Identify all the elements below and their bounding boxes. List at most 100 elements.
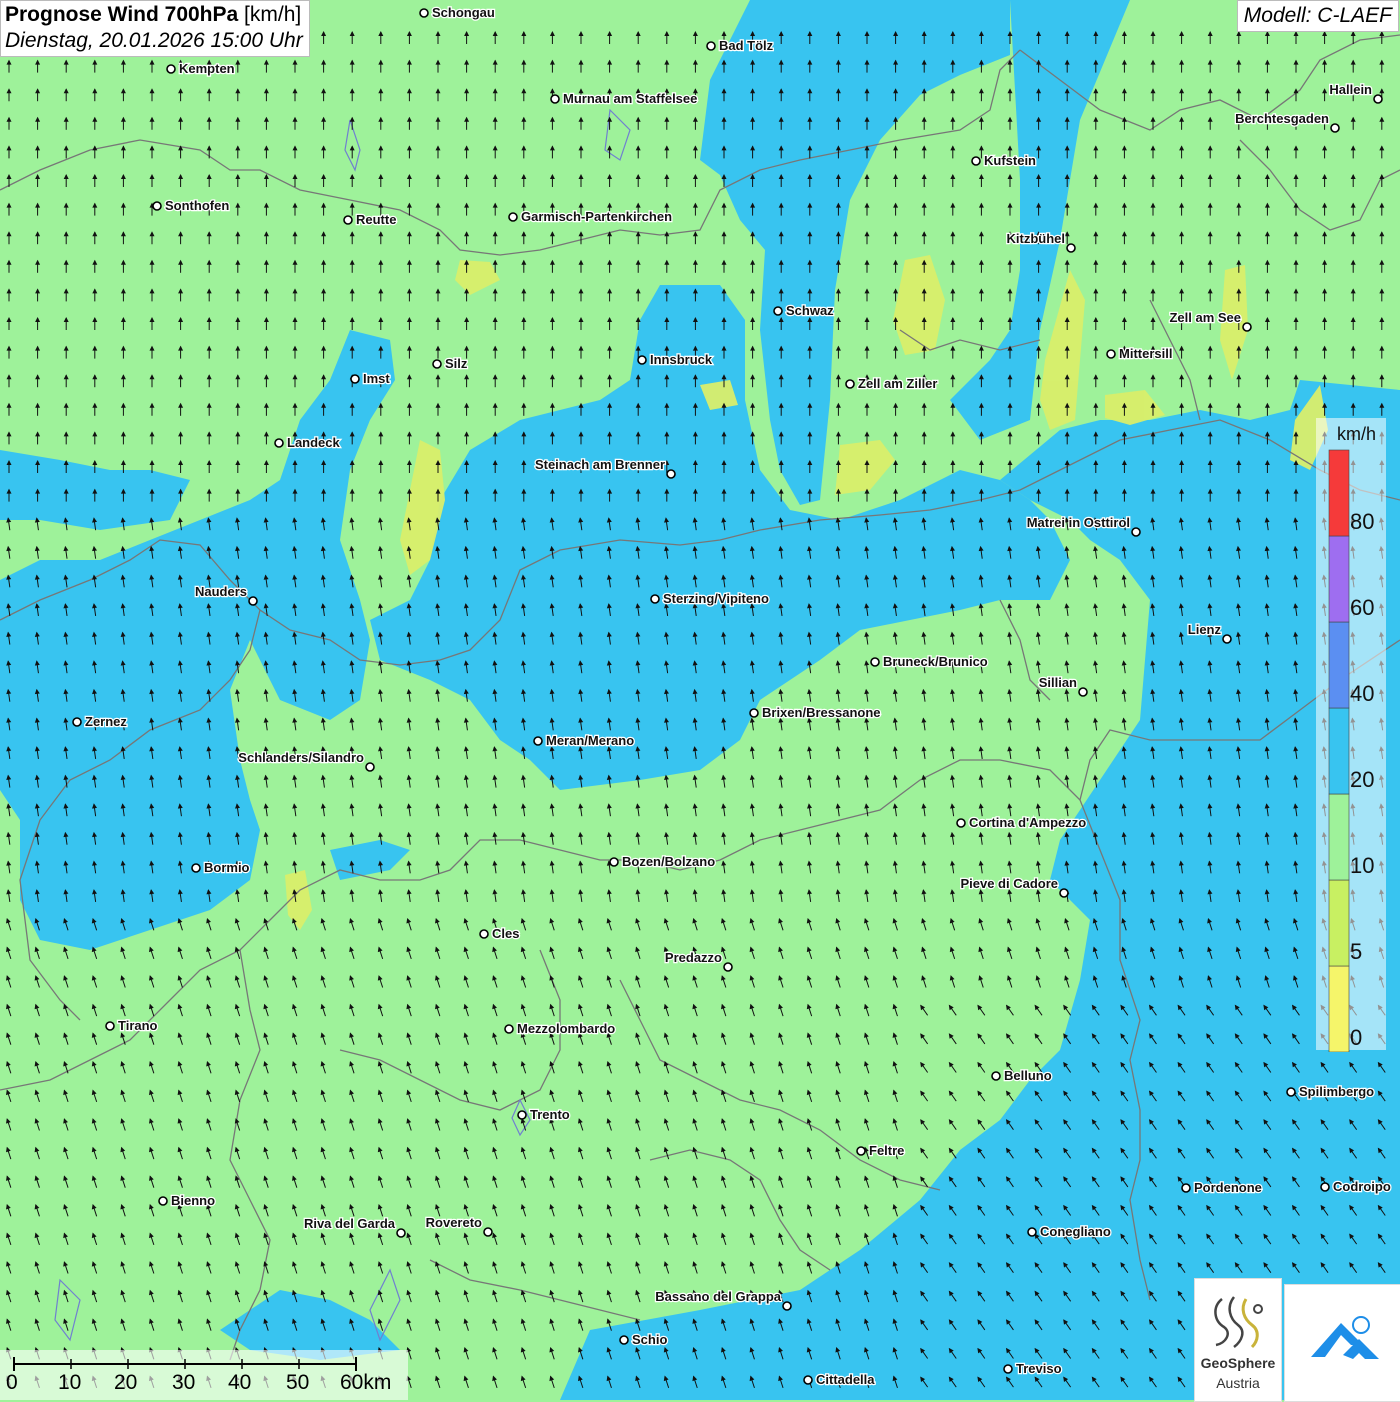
city-label: Pordenone [1194, 1180, 1262, 1195]
city-dot [773, 306, 783, 316]
city-label: Zell am Ziller [858, 376, 937, 391]
city-dot [870, 657, 880, 667]
city-label: Landeck [287, 435, 341, 450]
city-dot [650, 594, 660, 604]
city-dot [619, 1335, 629, 1345]
city-dot [158, 1196, 168, 1206]
city-dot [609, 857, 619, 867]
city-label: Schio [632, 1332, 667, 1347]
city-brixen-bressanone: Brixen/Bressanone [749, 704, 882, 721]
city-label: Zell am See [1169, 310, 1241, 325]
city-dot [419, 8, 429, 18]
geosphere-logo-icon [1214, 1296, 1263, 1349]
city-label: Pieve di Cadore [960, 876, 1058, 891]
city-label: Tirano [118, 1018, 158, 1033]
city-label: Trento [530, 1107, 570, 1122]
city-label: Innsbruck [650, 352, 713, 367]
legend-bin [1328, 449, 1350, 537]
weather-app-logo [1284, 1284, 1400, 1402]
city-cortina-d-ampezzo: Cortina d'Ampezzo [956, 814, 1088, 831]
legend-bin [1328, 879, 1350, 967]
wind-map: Schongau Bad Tölz Kempten Murnau am Staffel… [0, 0, 1400, 1400]
scale-label: 20 [114, 1371, 138, 1394]
city-mezzolombardo: Mezzolombardo [504, 1020, 617, 1037]
city-label: Bormio [204, 860, 250, 875]
legend-colorbar [1328, 449, 1350, 1052]
legend-label: 20 [1350, 767, 1375, 792]
city-label: Rovereto [426, 1215, 482, 1230]
city-label: Riva del Garda [304, 1216, 396, 1231]
city-dot [803, 1375, 813, 1385]
city-dot [191, 863, 201, 873]
city-label: Feltre [869, 1143, 904, 1158]
city-label: Lienz [1188, 622, 1222, 637]
city-label: Zernez [85, 714, 127, 729]
legend-label: 80 [1350, 509, 1375, 534]
city-label: Bassano del Grappa [655, 1289, 781, 1304]
city-dot [1066, 243, 1076, 253]
city-dot [845, 379, 855, 389]
city-label: Garmisch-Partenkirchen [521, 209, 672, 224]
city-label: Matrei in Osttirol [1027, 515, 1130, 530]
city-label: Conegliano [1040, 1224, 1111, 1239]
legend-label: 5 [1350, 939, 1363, 964]
city-dot [1181, 1183, 1191, 1193]
city-dot [508, 212, 518, 222]
city-label: Schwaz [786, 303, 834, 318]
city-label: Sillian [1039, 675, 1077, 690]
city-dot [1106, 349, 1116, 359]
city-dot [533, 736, 543, 746]
legend-bin [1328, 965, 1350, 1052]
city-dot [1330, 123, 1340, 133]
city-label: Berchtesgaden [1235, 111, 1329, 126]
city-label: Bad Tölz [719, 38, 774, 53]
city-sterzing-vipiteno: Sterzing/Vipiteno [650, 590, 770, 607]
city-dot [152, 201, 162, 211]
city-dot [432, 359, 442, 369]
city-label: Nauders [195, 584, 247, 599]
city-label: Predazzo [665, 950, 722, 965]
city-dot [350, 374, 360, 384]
city-label: Imst [363, 371, 390, 386]
city-label: Mezzolombardo [517, 1021, 615, 1036]
city-dot [991, 1071, 1001, 1081]
city-label: Schongau [432, 5, 495, 20]
city-label: Brixen/Bressanone [762, 705, 881, 720]
city-dot [550, 94, 560, 104]
city-dot [723, 962, 733, 972]
city-label: Hallein [1329, 82, 1372, 97]
forecast-datetime: Dienstag, 20.01.2026 15:00 Uhr [5, 29, 303, 52]
city-dot [782, 1301, 792, 1311]
city-label: Silz [445, 356, 468, 371]
city-label: Bozen/Bolzano [622, 854, 715, 869]
city-dot [1320, 1182, 1330, 1192]
city-label: Cittadella [816, 1372, 875, 1387]
city-dot [343, 215, 353, 225]
title-text: Prognose Wind 700hPa [5, 3, 239, 26]
title-unit: [km/h] [238, 3, 302, 26]
city-dot [956, 818, 966, 828]
city-dot [72, 717, 82, 727]
scale-label: 0 [6, 1371, 18, 1394]
city-label: Sonthofen [165, 198, 229, 213]
city-dot [166, 64, 176, 74]
city-label: Kitzbühel [1007, 231, 1066, 246]
city-label: Treviso [1016, 1361, 1062, 1376]
scale-label: 60km [340, 1371, 392, 1394]
city-dot [971, 156, 981, 166]
city-label: Reutte [356, 212, 396, 227]
map-title: Prognose Wind 700hPa [km/h] Dienstag, 20… [0, 0, 310, 57]
logo-country: Austria [1216, 1375, 1260, 1391]
legend-unit: km/h [1337, 424, 1377, 444]
legend-bin [1328, 535, 1350, 623]
city-bozen-bolzano: Bozen/Bolzano [609, 853, 716, 870]
legend-bin [1328, 621, 1350, 709]
city-label: Cles [492, 926, 519, 941]
city-dot [1131, 527, 1141, 537]
city-dot [365, 762, 375, 772]
city-label: Mittersill [1119, 346, 1172, 361]
city-dot [248, 596, 258, 606]
city-label: Belluno [1004, 1068, 1052, 1083]
city-dot [706, 41, 716, 51]
city-dot [396, 1228, 406, 1238]
